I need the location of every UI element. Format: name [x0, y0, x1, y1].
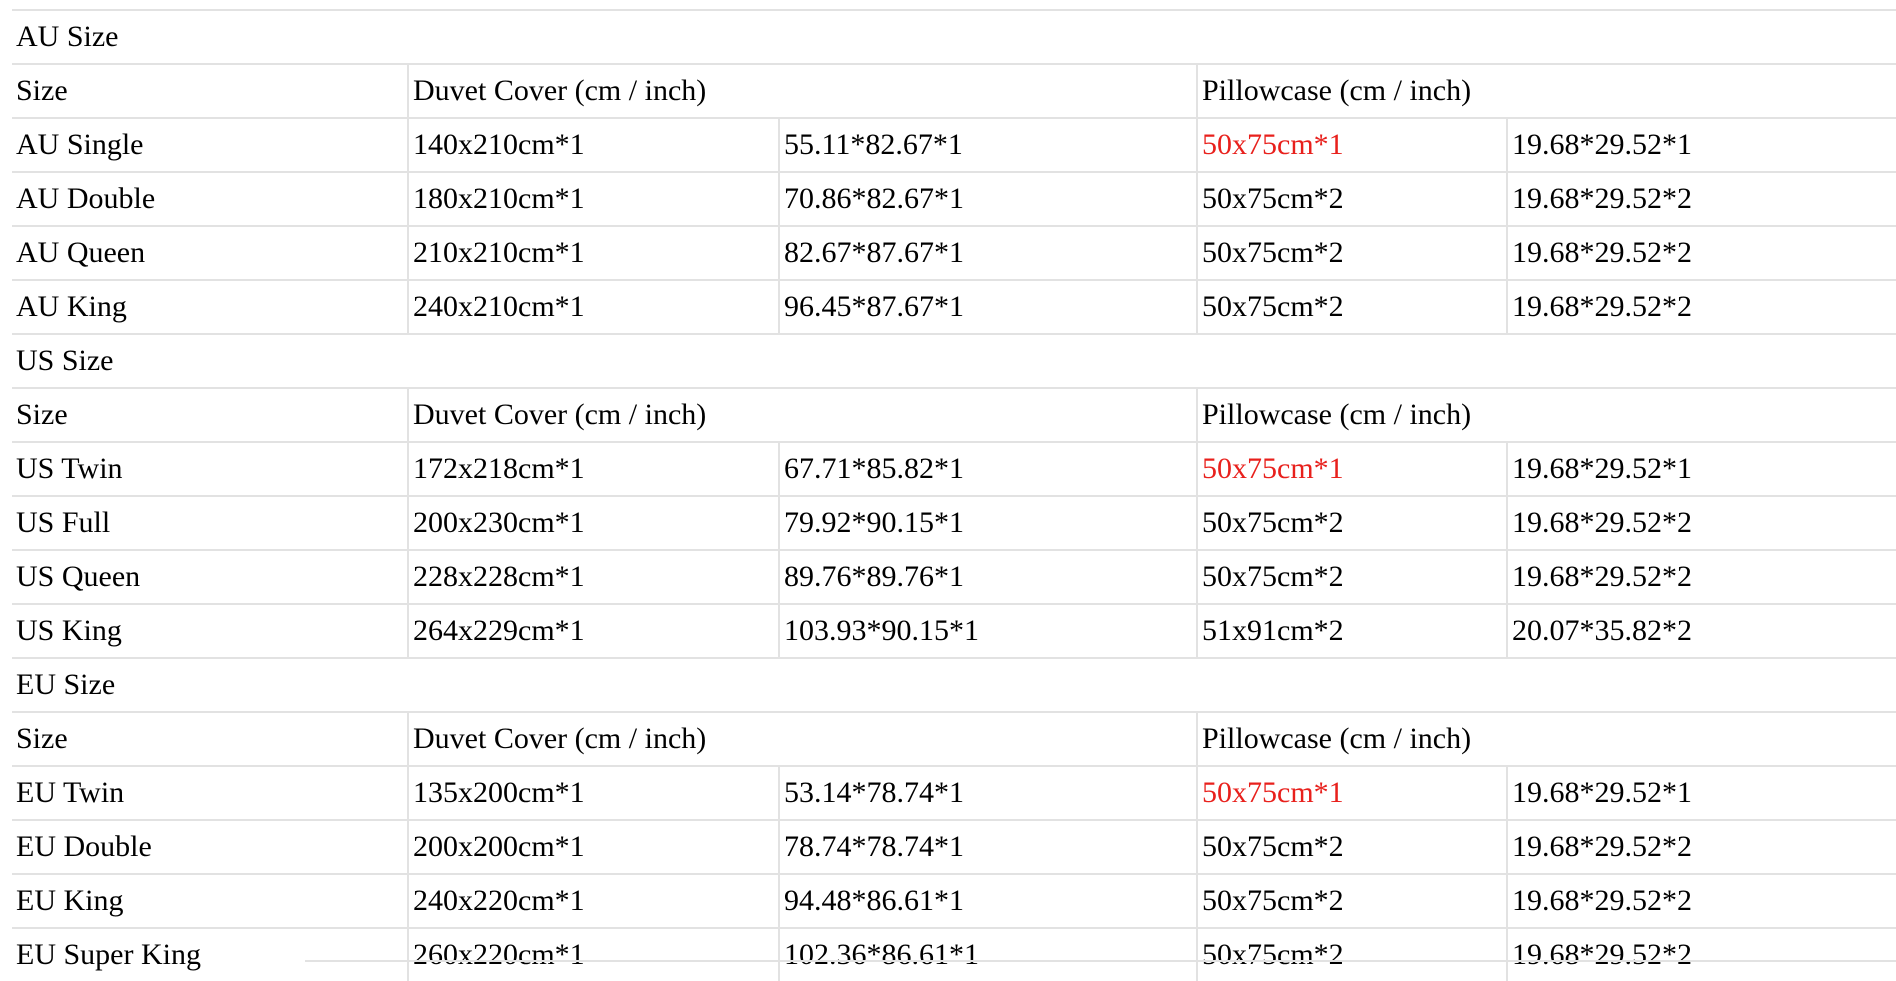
- table-row: EU Twin 135x200cm*1 53.14*78.74*1 50x75cm*1…: [12, 765, 1896, 820]
- duvet-inch-cell: 96.45*87.67*1: [778, 279, 1197, 334]
- header-duvet-cover: Duvet Cover (cm / inch): [407, 387, 1197, 442]
- size-chart-table: AU Size Size Duvet Cover (cm / inch) Pillow…: [12, 9, 1896, 981]
- pillowcase-inch-cell: 19.68*29.52*1: [1506, 441, 1896, 496]
- size-name-cell: AU King: [12, 279, 408, 334]
- duvet-inch-cell: 82.67*87.67*1: [778, 225, 1197, 280]
- size-name-cell: AU Single: [12, 117, 408, 172]
- duvet-inch-cell: 102.36*86.61*1: [778, 927, 1197, 981]
- table-row: US Twin 172x218cm*1 67.71*85.82*1 50x75cm*1…: [12, 441, 1896, 496]
- table-row: EU King 240x220cm*1 94.48*86.61*1 50x75cm*2…: [12, 873, 1896, 928]
- size-name-cell: AU Queen: [12, 225, 408, 280]
- table-row: AU Queen 210x210cm*1 82.67*87.67*1 50x75cm*…: [12, 225, 1896, 280]
- pillowcase-inch-cell: 19.68*29.52*1: [1506, 117, 1896, 172]
- pillowcase-cm-cell: 50x75cm*2: [1196, 495, 1507, 550]
- duvet-cm-cell: 240x210cm*1: [407, 279, 779, 334]
- pillowcase-cm-cell: 50x75cm*2: [1196, 819, 1507, 874]
- duvet-inch-cell: 89.76*89.76*1: [778, 549, 1197, 604]
- pillowcase-cm-cell: 50x75cm*2: [1196, 171, 1507, 226]
- table-row: AU Single 140x210cm*1 55.11*82.67*1 50x75cm…: [12, 117, 1896, 172]
- size-chart-body: AU Size Size Duvet Cover (cm / inch) Pillow…: [12, 9, 1896, 981]
- pillowcase-cm-cell: 50x75cm*2: [1196, 279, 1507, 334]
- duvet-cm-cell: 210x210cm*1: [407, 225, 779, 280]
- table-row: US Queen 228x228cm*1 89.76*89.76*1 50x75cm*…: [12, 549, 1896, 604]
- duvet-cm-cell: 135x200cm*1: [407, 765, 779, 820]
- header-pillowcase: Pillowcase (cm / inch): [1196, 711, 1896, 766]
- pillowcase-inch-cell: 19.68*29.52*1: [1506, 765, 1896, 820]
- pillowcase-inch-cell: 19.68*29.52*2: [1506, 819, 1896, 874]
- table-header-row: Size Duvet Cover (cm / inch) Pillowcase (c…: [12, 63, 1896, 118]
- size-name-cell: EU Super King: [12, 927, 408, 981]
- duvet-inch-cell: 70.86*82.67*1: [778, 171, 1197, 226]
- section-title: US Size: [12, 333, 1896, 388]
- table-row: AU Double 180x210cm*1 70.86*82.67*1 50x75cm…: [12, 171, 1896, 226]
- table-bottom-border: [305, 960, 1896, 962]
- pillowcase-inch-cell: 19.68*29.52*2: [1506, 927, 1896, 981]
- table-header-row: Size Duvet Cover (cm / inch) Pillowcase (c…: [12, 711, 1896, 766]
- size-name-cell: EU Double: [12, 819, 408, 874]
- pillowcase-cm-cell: 50x75cm*2: [1196, 225, 1507, 280]
- duvet-inch-cell: 79.92*90.15*1: [778, 495, 1197, 550]
- table-row: US Full 200x230cm*1 79.92*90.15*1 50x75cm*2…: [12, 495, 1896, 550]
- duvet-cm-cell: 200x200cm*1: [407, 819, 779, 874]
- duvet-cm-cell: 240x220cm*1: [407, 873, 779, 928]
- pillowcase-cm-cell: 50x75cm*1: [1196, 765, 1507, 820]
- duvet-cm-cell: 180x210cm*1: [407, 171, 779, 226]
- duvet-inch-cell: 94.48*86.61*1: [778, 873, 1197, 928]
- pillowcase-cm-cell: 51x91cm*2: [1196, 603, 1507, 658]
- pillowcase-cm-cell: 50x75cm*2: [1196, 549, 1507, 604]
- duvet-cm-cell: 264x229cm*1: [407, 603, 779, 658]
- size-name-cell: US Full: [12, 495, 408, 550]
- section-title-row: US Size: [12, 333, 1896, 388]
- table-row: US King 264x229cm*1 103.93*90.15*1 51x91cm*…: [12, 603, 1896, 658]
- size-name-cell: AU Double: [12, 171, 408, 226]
- pillowcase-cm-cell: 50x75cm*2: [1196, 873, 1507, 928]
- pillowcase-inch-cell: 19.68*29.52*2: [1506, 549, 1896, 604]
- pillowcase-inch-cell: 19.68*29.52*2: [1506, 873, 1896, 928]
- section-title: AU Size: [12, 9, 1896, 64]
- table-row: EU Double 200x200cm*1 78.74*78.74*1 50x75cm…: [12, 819, 1896, 874]
- pillowcase-inch-cell: 19.68*29.52*2: [1506, 279, 1896, 334]
- header-size: Size: [12, 387, 408, 442]
- size-name-cell: US King: [12, 603, 408, 658]
- section-title: EU Size: [12, 657, 1896, 712]
- header-duvet-cover: Duvet Cover (cm / inch): [407, 63, 1197, 118]
- size-name-cell: US Twin: [12, 441, 408, 496]
- duvet-cm-cell: 228x228cm*1: [407, 549, 779, 604]
- header-pillowcase: Pillowcase (cm / inch): [1196, 63, 1896, 118]
- pillowcase-inch-cell: 20.07*35.82*2: [1506, 603, 1896, 658]
- table-header-row: Size Duvet Cover (cm / inch) Pillowcase (c…: [12, 387, 1896, 442]
- duvet-cm-cell: 140x210cm*1: [407, 117, 779, 172]
- size-name-cell: EU Twin: [12, 765, 408, 820]
- header-pillowcase: Pillowcase (cm / inch): [1196, 387, 1896, 442]
- duvet-inch-cell: 67.71*85.82*1: [778, 441, 1197, 496]
- pillowcase-cm-cell: 50x75cm*1: [1196, 441, 1507, 496]
- pillowcase-cm-cell: 50x75cm*1: [1196, 117, 1507, 172]
- pillowcase-inch-cell: 19.68*29.52*2: [1506, 171, 1896, 226]
- header-duvet-cover: Duvet Cover (cm / inch): [407, 711, 1197, 766]
- header-size: Size: [12, 63, 408, 118]
- duvet-inch-cell: 103.93*90.15*1: [778, 603, 1197, 658]
- header-size: Size: [12, 711, 408, 766]
- pillowcase-cm-cell: 50x75cm*2: [1196, 927, 1507, 981]
- duvet-inch-cell: 78.74*78.74*1: [778, 819, 1197, 874]
- duvet-inch-cell: 55.11*82.67*1: [778, 117, 1197, 172]
- duvet-cm-cell: 200x230cm*1: [407, 495, 779, 550]
- size-name-cell: US Queen: [12, 549, 408, 604]
- size-name-cell: EU King: [12, 873, 408, 928]
- pillowcase-inch-cell: 19.68*29.52*2: [1506, 495, 1896, 550]
- section-title-row: AU Size: [12, 9, 1896, 64]
- duvet-cm-cell: 172x218cm*1: [407, 441, 779, 496]
- table-row: EU Super King 260x220cm*1 102.36*86.61*1 50…: [12, 927, 1896, 981]
- table-row: AU King 240x210cm*1 96.45*87.67*1 50x75cm*2…: [12, 279, 1896, 334]
- duvet-cm-cell: 260x220cm*1: [407, 927, 779, 981]
- section-title-row: EU Size: [12, 657, 1896, 712]
- duvet-inch-cell: 53.14*78.74*1: [778, 765, 1197, 820]
- pillowcase-inch-cell: 19.68*29.52*2: [1506, 225, 1896, 280]
